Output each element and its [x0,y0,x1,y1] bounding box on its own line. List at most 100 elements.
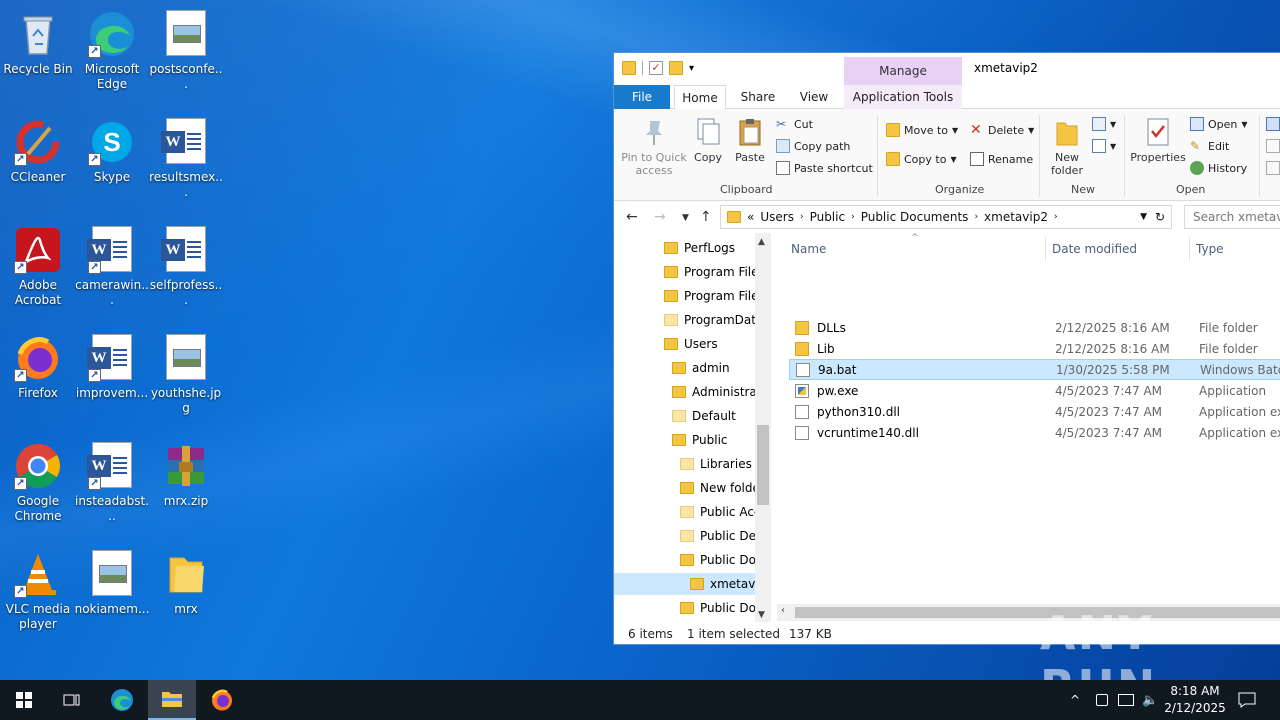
taskbar-edge[interactable] [98,680,146,720]
select-all-button[interactable] [1266,115,1280,133]
copy-to-button[interactable]: Copy to ▼ [886,150,957,168]
zip-archive-mrx[interactable]: mrx.zip [148,436,224,536]
address-bar[interactable]: « Users › Public › Public Documents › xm… [720,205,1172,229]
up-arrow-icon[interactable]: ↑ [700,209,712,225]
scroll-up-icon[interactable]: ▲ [758,237,765,247]
scroll-down-icon[interactable]: ▼ [758,610,765,620]
image-file-nokiamem[interactable]: nokiamem... [74,544,150,644]
tree-item-public-downloads[interactable]: Public Dov [680,597,763,619]
scrollbar-thumb[interactable] [757,425,769,505]
tree-item-admin[interactable]: admin [672,357,730,379]
image-file-youthshe[interactable]: youthshe.jpg [148,328,224,428]
easy-access-button[interactable]: ▼ [1092,137,1116,155]
tree-item-public-account-pictures[interactable]: Public Acc [680,501,761,523]
copy-button[interactable]: Copy [690,117,726,164]
tree-item-program-files[interactable]: Program Files [664,261,765,283]
recycle-bin-shortcut[interactable]: Recycle Bin [0,4,76,104]
table-row[interactable]: vcruntime140.dll 4/5/2023 7:47 AM Applic… [789,422,1280,443]
usb-device-tray[interactable] [1096,680,1108,720]
navigation-scrollbar[interactable]: ▲ ▼ [755,233,771,622]
copy-path-button[interactable]: Copy path [776,137,850,155]
new-folder-icon[interactable] [669,61,683,75]
table-row[interactable]: python310.dll 4/5/2023 7:47 AM Applicati… [789,401,1280,422]
properties-check-icon[interactable]: ✓ [649,61,663,75]
open-button[interactable]: Open ▼ [1190,115,1248,133]
adobe-acrobat-shortcut[interactable]: ↗ Adobe Acrobat [0,220,76,320]
word-document-insteadabst[interactable]: W ↗ insteadabst... [74,436,150,536]
taskbar-clock[interactable]: 8:18 AM 2/12/2025 [1160,683,1230,717]
google-chrome-shortcut[interactable]: ↗ Google Chrome [0,436,76,536]
pin-to-quick-access-button[interactable]: Pin to Quick access [620,117,688,177]
table-row[interactable]: DLLs 2/12/2025 8:16 AM File folder [789,317,1280,338]
select-none-button[interactable] [1266,137,1280,155]
edit-button[interactable]: ✎ Edit [1190,137,1229,155]
customize-toolbar-icon[interactable]: ▾ [689,63,694,74]
refresh-icon[interactable]: ↻ [1155,210,1165,224]
history-button[interactable]: History [1190,159,1247,177]
column-header-date-modified[interactable]: Date modified [1052,237,1137,261]
tree-item-public[interactable]: Public [672,429,728,451]
firefox-shortcut[interactable]: ↗ Firefox [0,328,76,428]
action-center-button[interactable] [1238,680,1256,720]
paste-button[interactable]: Paste [732,117,768,164]
tree-item-libraries[interactable]: Libraries [680,453,752,475]
address-dropdown-icon[interactable]: ▼ [1140,212,1147,222]
delete-button[interactable]: ✕ Delete ▼ [970,121,1034,139]
tree-item-public-desktop[interactable]: Public Des [680,525,762,547]
tree-item-public-documents[interactable]: Public Doc [680,549,763,571]
microsoft-edge-shortcut[interactable]: ↗ Microsoft Edge [74,4,150,104]
breadcrumb-xmetavip2[interactable]: xmetavip2 [984,210,1048,224]
word-document-resultsmex[interactable]: W resultsmex... [148,112,224,212]
show-hidden-icons[interactable]: ^ [1070,680,1080,720]
tab-view[interactable]: View [790,85,838,109]
image-file-postsconfe[interactable]: postsconfe... [148,4,224,104]
scroll-left-icon[interactable]: ‹ [781,605,785,616]
cut-button[interactable]: ✂ Cut [776,115,813,133]
breadcrumb-users[interactable]: Users [760,210,794,224]
forward-arrow-icon[interactable]: → [654,209,666,225]
back-arrow-icon[interactable]: ← [626,209,638,225]
move-to-button[interactable]: Move to ▼ [886,121,958,139]
table-row[interactable]: pw.exe 4/5/2023 7:47 AM Application [789,380,1280,401]
word-document-improvem[interactable]: W ↗ improvem... [74,328,150,428]
invert-selection-button[interactable] [1266,159,1280,177]
table-row[interactable]: Lib 2/12/2025 8:16 AM File folder [789,338,1280,359]
tab-home[interactable]: Home [674,85,726,110]
ccleaner-shortcut[interactable]: ↗ CCleaner [0,112,76,212]
folder-mrx[interactable]: mrx [148,544,224,644]
new-folder-button[interactable]: New folder [1046,117,1088,177]
tree-item-new-folder[interactable]: New folde [680,477,760,499]
tree-item-perflogs[interactable]: PerfLogs [664,237,735,259]
taskbar-file-explorer[interactable] [148,680,196,720]
tab-share[interactable]: Share [734,85,782,109]
start-button[interactable] [0,680,48,720]
rename-button[interactable]: Rename [970,150,1033,168]
tree-item-users[interactable]: Users [664,333,718,355]
paste-shortcut-button[interactable]: Paste shortcut [776,159,873,177]
tree-item-program-files-x86[interactable]: Program Files [664,285,765,307]
column-header-name[interactable]: Name [791,237,826,261]
column-header-type[interactable]: Type [1196,237,1224,261]
breadcrumb-overflow[interactable]: « [747,210,754,224]
word-document-selfprofess[interactable]: W selfprofess... [148,220,224,320]
search-input[interactable]: Search xmetavip [1184,205,1280,229]
tab-application-tools[interactable]: Application Tools [844,85,962,109]
vlc-shortcut[interactable]: ↗ VLC media player [0,544,76,644]
skype-shortcut[interactable]: S ↗ Skype [74,112,150,212]
tree-item-xmetavip2[interactable]: xmetavip [614,573,766,595]
table-row-selected[interactable]: 9a.bat 1/30/2025 5:58 PM Windows Batch [789,359,1280,380]
properties-button[interactable]: Properties [1128,117,1188,164]
breadcrumb-public-documents[interactable]: Public Documents [861,210,969,224]
tree-item-default[interactable]: Default [672,405,736,427]
taskbar-firefox[interactable] [198,680,246,720]
manage-contextual-tab[interactable]: Manage [844,57,962,85]
volume-tray[interactable]: 🔈 [1142,680,1158,720]
tree-item-administrator[interactable]: Administrat [672,381,762,403]
tab-file[interactable]: File [614,85,670,109]
word-document-camerawin[interactable]: W ↗ camerawin... [74,220,150,320]
recent-locations-chevron-icon[interactable]: ▼ [682,213,689,223]
task-view-button[interactable] [48,680,96,720]
new-item-button[interactable]: ▼ [1092,115,1116,133]
breadcrumb-public[interactable]: Public [810,210,846,224]
network-tray[interactable] [1118,680,1134,720]
